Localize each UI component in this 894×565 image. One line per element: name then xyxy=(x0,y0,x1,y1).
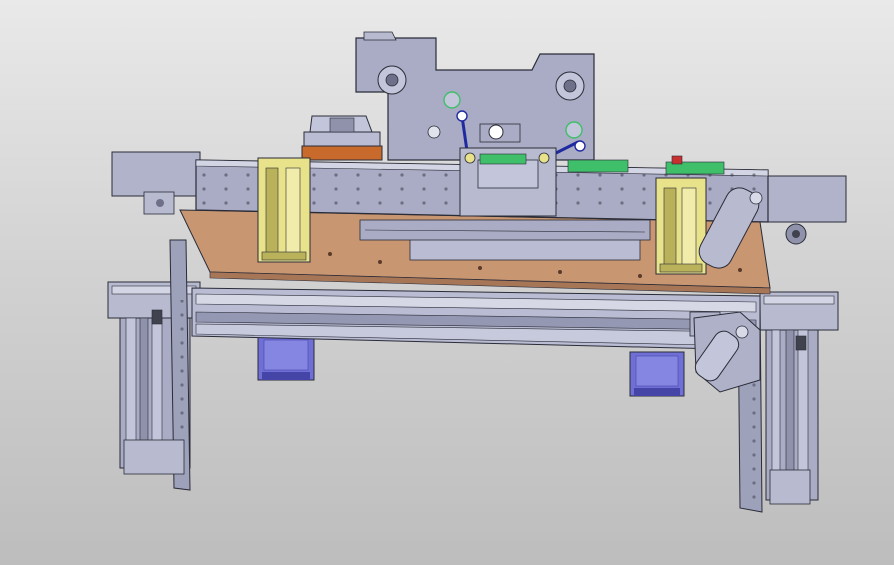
tension-arm xyxy=(693,311,761,393)
left-vertical-column xyxy=(107,239,201,491)
stepper-motor-right xyxy=(629,351,685,397)
roller-right xyxy=(555,71,585,101)
guide-bracket-left xyxy=(257,157,311,263)
cad-viewport[interactable] xyxy=(0,0,894,565)
roller-left xyxy=(377,65,407,95)
top-mounting-plate xyxy=(355,31,595,161)
copper-block xyxy=(301,115,383,161)
guide-bracket-right xyxy=(655,177,707,275)
stepper-motor-left xyxy=(257,335,315,381)
machine-assembly-drawing xyxy=(107,31,847,513)
